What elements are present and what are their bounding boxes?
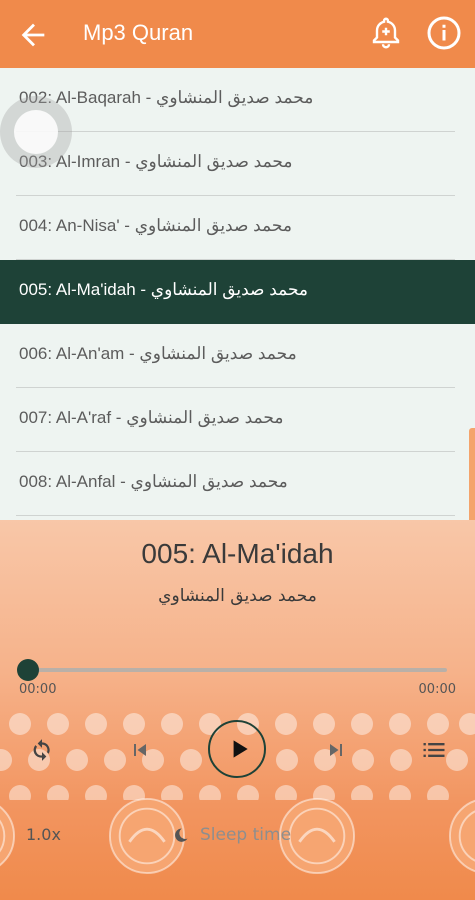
touch-ripple bbox=[0, 96, 72, 168]
divider bbox=[16, 515, 455, 516]
list-item[interactable]: 007: Al-A'raf - محمد صديق المنشاوي bbox=[0, 388, 475, 452]
next-icon[interactable] bbox=[324, 738, 348, 762]
play-button[interactable] bbox=[208, 720, 266, 778]
previous-icon[interactable] bbox=[128, 738, 152, 762]
list-item-label: 008: Al-Anfal - محمد صديق المنشاوي bbox=[19, 472, 288, 491]
list-item[interactable]: 008: Al-Anfal - محمد صديق المنشاوي bbox=[0, 452, 475, 516]
now-playing-reciter: محمد صديق المنشاوي bbox=[158, 586, 317, 606]
moon-icon bbox=[175, 828, 188, 842]
playback-speed[interactable]: 1.0x bbox=[26, 825, 61, 844]
seek-thumb[interactable] bbox=[17, 659, 39, 681]
elapsed-time: 00:00 bbox=[19, 682, 57, 697]
list-item-label: 005: Al-Ma'idah - محمد صديق المنشاوي bbox=[19, 280, 309, 299]
seek-bar[interactable] bbox=[27, 668, 447, 672]
play-icon bbox=[233, 740, 248, 758]
repeat-icon[interactable] bbox=[29, 737, 55, 763]
page-title: Mp3 Quran bbox=[83, 20, 194, 45]
list-item-label: 007: Al-A'raf - محمد صديق المنشاوي bbox=[19, 408, 284, 427]
list-item[interactable]: 003: Al-Imran - محمد صديق المنشاوي bbox=[0, 132, 475, 196]
bell-plus-icon[interactable] bbox=[368, 15, 404, 51]
list-item[interactable]: 002: Al-Baqarah - محمد صديق المنشاوي bbox=[0, 68, 475, 132]
sleep-timer-button[interactable]: Sleep time bbox=[200, 825, 291, 845]
list-item[interactable]: 004: An-Nisa' - محمد صديق المنشاوي bbox=[0, 196, 475, 260]
list-item-active[interactable]: 005: Al-Ma'idah - محمد صديق المنشاوي bbox=[0, 260, 475, 324]
info-icon[interactable] bbox=[426, 15, 462, 51]
player-panel: 005: Al-Ma'idah محمد صديق المنشاوي 00:00… bbox=[0, 520, 475, 900]
surah-list: 002: Al-Baqarah - محمد صديق المنشاوي 003… bbox=[0, 68, 475, 520]
list-item-label: 002: Al-Baqarah - محمد صديق المنشاوي bbox=[19, 88, 314, 107]
list-item[interactable]: 006: Al-An'am - محمد صديق المنشاوي bbox=[0, 324, 475, 388]
list-item-label: 004: An-Nisa' - محمد صديق المنشاوي bbox=[19, 216, 292, 235]
total-time: 00:00 bbox=[418, 682, 456, 697]
quran-medallion-decoration bbox=[448, 799, 475, 873]
app-bar: Mp3 Quran bbox=[0, 0, 475, 68]
now-playing-title: 005: Al-Ma'idah bbox=[141, 538, 334, 569]
list-item-label: 006: Al-An'am - محمد صديق المنشاوي bbox=[19, 344, 297, 363]
playlist-icon[interactable] bbox=[420, 736, 448, 764]
back-arrow-icon[interactable] bbox=[16, 18, 50, 52]
quran-medallion-decoration bbox=[0, 805, 16, 867]
